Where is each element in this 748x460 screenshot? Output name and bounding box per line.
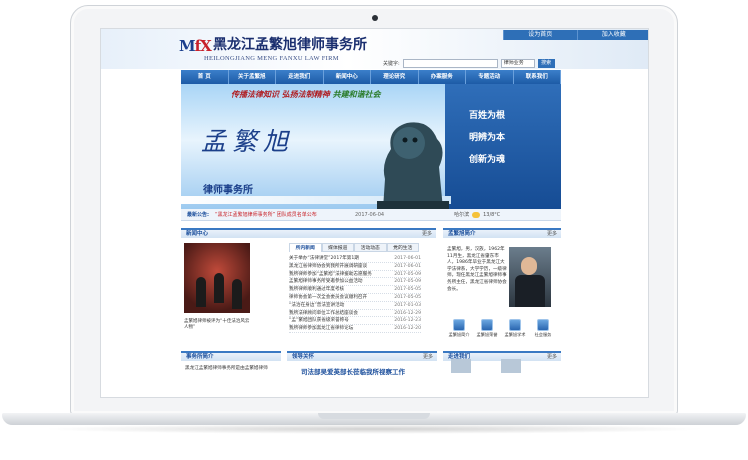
nav-item-about[interactable]: 关于孟繁旭	[229, 70, 276, 84]
intro-text: 黑龙江孟繁旭律师事务所是由孟繁旭律师	[185, 366, 268, 371]
news-panel-title: 新闻中心	[186, 231, 209, 237]
banner-firm: 律师事务所	[203, 185, 253, 196]
weather-value: 13/8°C	[483, 211, 501, 218]
honor-panel-header: 领导关怀 更多	[287, 351, 437, 361]
site-header: MfX 黑龙江孟繁旭律师事务所 HEILONGJIANG MENG FANXU …	[101, 29, 648, 69]
news-tabs: 所内新闻 媒体报道 活动动态 党的生活	[289, 243, 419, 252]
nav-item-news[interactable]: 新闻中心	[324, 70, 371, 84]
profile-text: 孟繁旭，男，汉族，1962年11月生，黑龙江省肇东市人，1986年毕业于黑龙江大…	[447, 247, 507, 292]
top-buttons: 设为首页 加入收藏	[503, 30, 648, 40]
search-input[interactable]	[402, 59, 498, 68]
trophy-icon	[481, 319, 493, 331]
firm-name-cn: 黑龙江孟繁旭律师事务所	[213, 37, 367, 53]
nav-item-services[interactable]: 办案服务	[419, 70, 466, 84]
photo-figure	[196, 277, 206, 307]
list-item[interactable]: 我所律师顺利通过年度考核 2017-05-05	[289, 286, 421, 294]
tab-activities[interactable]: 活动动态	[354, 243, 387, 252]
list-item[interactable]: 关于举办“法律讲堂”2017年第1期 2017-06-01	[289, 255, 421, 263]
news-photo[interactable]	[184, 243, 250, 313]
profile-icon-honor[interactable]: 孟繁旭荣誉	[475, 319, 499, 338]
intro-panel-title: 事务所简介	[186, 354, 214, 360]
main-nav: 首 页 关于孟繁旭 走进我们 新闻中心 理论研究 办案服务 专题活动 联系我们	[181, 70, 561, 84]
visit-more-link[interactable]: 更多	[547, 353, 557, 361]
list-item[interactable]: 律师协会第一次全会委员会议顺利召开 2017-05-05	[289, 294, 421, 302]
honor-panel-title: 领导关怀	[292, 354, 315, 360]
intro-panel-header: 事务所简介	[181, 351, 281, 361]
laptop-shadow	[40, 424, 708, 434]
search-label: 关键字:	[383, 61, 400, 67]
list-item[interactable]: 我所律师参加黑龙江省律师论坛 2016-12-20	[289, 325, 421, 333]
nav-item-events[interactable]: 专题活动	[466, 70, 514, 84]
profile-icon-row: 孟繁旭简介 孟繁旭荣誉 孟繁旭学术 社会服务	[447, 319, 555, 338]
profile-photo-body	[515, 275, 545, 307]
visit-thumbnail[interactable]	[451, 359, 471, 373]
list-item[interactable]: “孟”繁旭团队获省级荣誉称号 2016-12-23	[289, 317, 421, 326]
honor-more-link[interactable]: 更多	[423, 353, 433, 361]
photo-figure	[214, 273, 224, 303]
search-scope-select[interactable]: 律师业务	[500, 59, 535, 68]
weather-icon	[472, 211, 481, 218]
person-icon	[453, 319, 465, 331]
nav-item-contact[interactable]: 联系我们	[514, 70, 561, 84]
hero-banner: 传播法律知识 弘扬法制精神 共建和谐社会 孟繁旭 律师事务所 百姓为根 明辨为本…	[181, 84, 561, 209]
list-item[interactable]: “法治在身边”普法宣讲活动 2017-01-03	[289, 302, 421, 310]
handshake-icon	[537, 319, 549, 331]
banner-slogan: 传播法律知识 弘扬法制精神 共建和谐社会	[231, 90, 381, 99]
banner-motto-3: 创新为魂	[469, 155, 506, 165]
banner-motto-1: 百姓为根	[469, 111, 506, 121]
nav-item-research[interactable]: 理论研究	[371, 70, 419, 84]
profile-more-link[interactable]: 更多	[547, 230, 557, 238]
notice-label: 最新公告:	[187, 212, 209, 218]
laptop-notch	[318, 413, 430, 419]
banner-motto-2: 明辨为本	[469, 133, 506, 143]
weather-city: 哈尔滨	[454, 212, 470, 218]
search-button[interactable]: 搜索	[537, 59, 555, 68]
tab-party[interactable]: 党的生活	[386, 243, 419, 252]
nav-item-home[interactable]: 首 页	[181, 70, 229, 84]
banner-name: 孟繁旭	[201, 127, 295, 156]
profile-panel-header: 孟繁旭简介 更多	[443, 228, 561, 238]
banner-motto-panel	[445, 84, 561, 209]
profile-icon-academic[interactable]: 孟繁旭学术	[503, 319, 527, 338]
news-list: 关于举办“法律讲堂”2017年第1期 2017-06-01 黑龙江省律师协会到我所…	[289, 255, 421, 333]
tab-media[interactable]: 媒体报道	[321, 243, 354, 252]
news-photo-caption[interactable]: 孟繁旭律师被评为“十佳法治风云人物”	[184, 319, 252, 331]
honor-headline[interactable]: 司法部吴爱英部长莅临我所视察工作	[301, 366, 405, 376]
notice-date: 2017-06-04	[355, 211, 385, 218]
tab-firm-news[interactable]: 所内新闻	[289, 243, 322, 252]
logo-icon[interactable]: MfX	[179, 37, 212, 55]
profile-photo-head	[521, 257, 537, 275]
set-homepage-button[interactable]: 设为首页	[503, 30, 577, 40]
nav-item-visit[interactable]: 走进我们	[276, 70, 324, 84]
list-item[interactable]: 黑龙江省律师协会到我所开展调研座谈 2017-06-01	[289, 263, 421, 271]
search-bar: 关键字: 律师业务 搜索	[383, 59, 555, 68]
notice-link[interactable]: “黑龙江孟繁旭律师事务所” 团队成员名单公布	[215, 211, 325, 218]
profile-panel-title: 孟繁旭简介	[448, 231, 476, 237]
list-item[interactable]: 我所法律顾问单位工作总结座谈会 2016-12-29	[289, 310, 421, 318]
news-more-link[interactable]: 更多	[422, 230, 432, 238]
list-item[interactable]: 孟繁旭律师事务所受邀参加公益活动 2017-05-09	[289, 278, 421, 287]
firm-name-en: HEILONGJIANG MENG FANXU LAW FIRM	[204, 55, 339, 62]
profile-icon-intro[interactable]: 孟繁旭简介	[447, 319, 471, 338]
camera-icon	[372, 15, 378, 21]
notice-bar: 最新公告: “黑龙江孟繁旭律师事务所” 团队成员名单公布 2017-06-04 …	[181, 209, 561, 221]
add-favorite-button[interactable]: 加入收藏	[576, 30, 648, 40]
news-panel-header: 新闻中心 更多	[181, 228, 436, 238]
list-item[interactable]: 我所律师参加“孟繁旭”法律援助志愿服务 2017-05-09	[289, 271, 421, 279]
book-icon	[509, 319, 521, 331]
photo-figure	[232, 279, 242, 309]
lion-statue-icon	[377, 122, 449, 209]
visit-thumbnail[interactable]	[501, 359, 521, 373]
profile-icon-service[interactable]: 社会服务	[531, 319, 555, 338]
browser-screen: MfX 黑龙江孟繁旭律师事务所 HEILONGJIANG MENG FANXU …	[100, 28, 649, 398]
